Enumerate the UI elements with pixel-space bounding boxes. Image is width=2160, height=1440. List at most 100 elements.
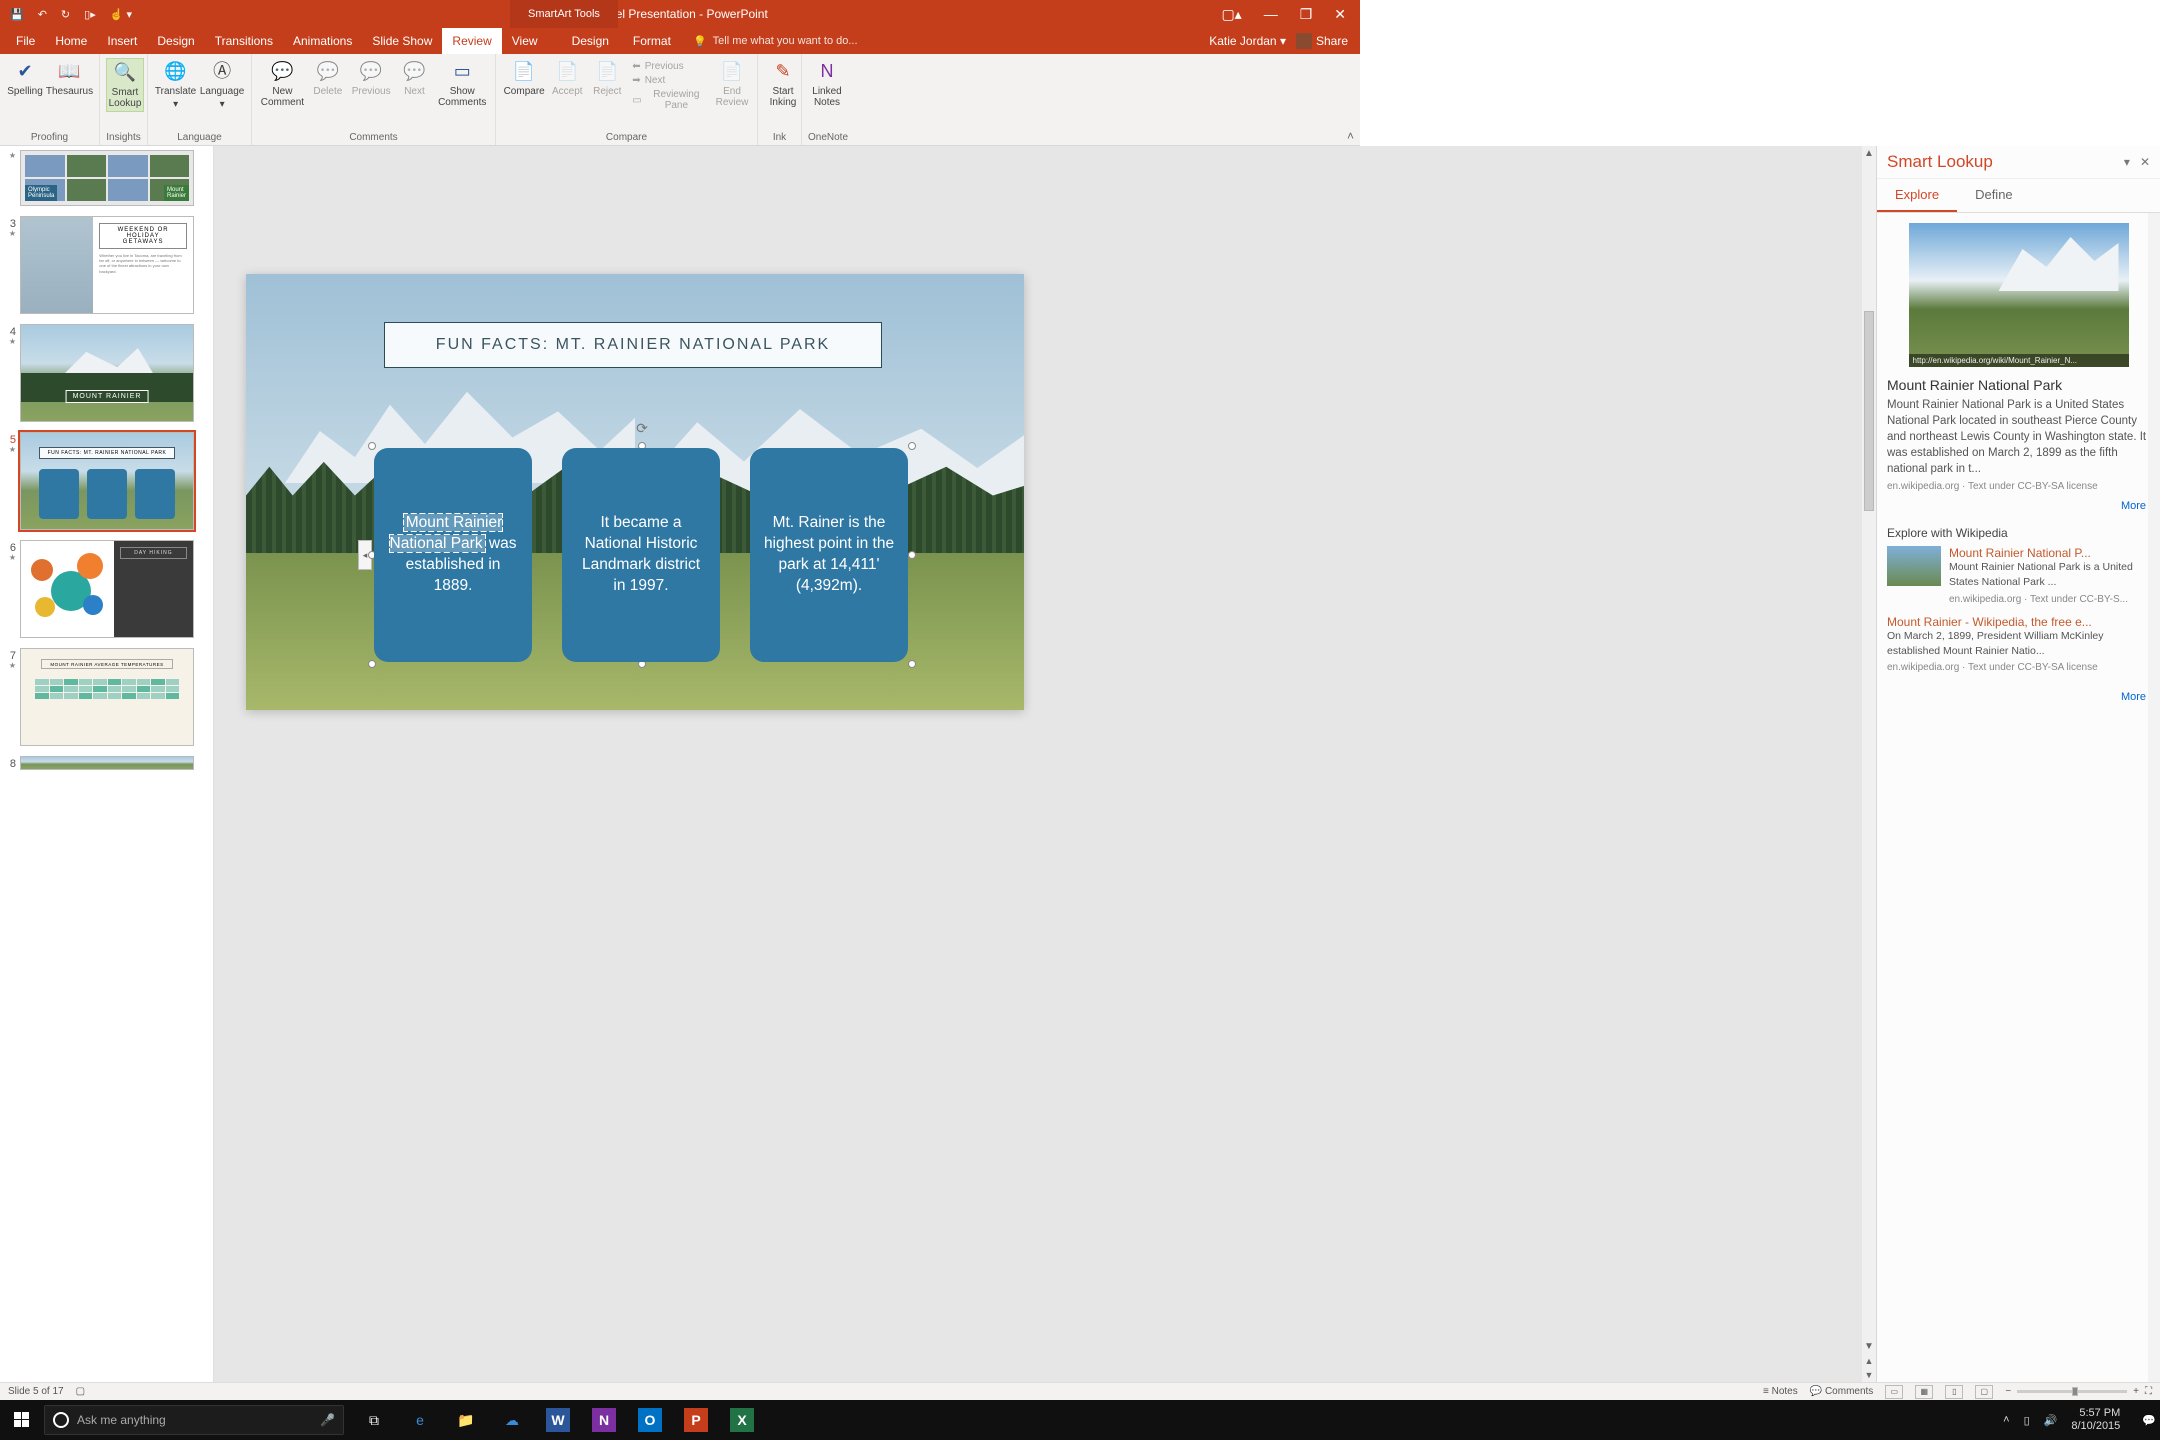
zoom-in-icon[interactable]: +	[2133, 1386, 2139, 1397]
scroll-thumb[interactable]	[1864, 311, 1874, 511]
wiki-link[interactable]: Mount Rainier National P...	[1949, 546, 2150, 560]
pane-tab-explore[interactable]: Explore	[1877, 179, 1957, 212]
tab-animations[interactable]: Animations	[283, 28, 362, 54]
share-button[interactable]: Share	[1296, 33, 1348, 49]
tab-view[interactable]: View	[502, 28, 548, 54]
thumbnail-slide-8-partial[interactable]: 8	[4, 756, 213, 770]
compare-button[interactable]: 📄Compare	[502, 58, 546, 99]
zoom-thumb[interactable]	[2072, 1387, 2078, 1396]
show-comments-button[interactable]: ▭Show Comments	[435, 58, 489, 110]
word-icon[interactable]: W	[546, 1408, 570, 1432]
sorter-view-icon[interactable]: ▦	[1915, 1385, 1933, 1399]
zoom-out-icon[interactable]: −	[2005, 1386, 2011, 1397]
smartart-card-1[interactable]: Mount Rainier National Park was establis…	[374, 448, 532, 662]
volume-icon[interactable]: 🔊	[2044, 1414, 2058, 1427]
result-image[interactable]: http://en.wikipedia.org/wiki/Mount_Raini…	[1909, 223, 2129, 367]
clock[interactable]: 5:57 PM 8/10/2015	[2071, 1407, 2128, 1433]
slide-title[interactable]: FUN FACTS: MT. RAINIER NATIONAL PARK	[384, 322, 882, 368]
pane-scrollbar[interactable]	[2148, 213, 2160, 1382]
scroll-up-icon[interactable]: ▲	[1862, 146, 1876, 161]
start-button[interactable]	[0, 1400, 44, 1440]
collapse-ribbon-icon[interactable]: ˄	[1347, 129, 1354, 143]
thumbnail-slide-2-partial[interactable]: ★ OlympicPeninsula MountRainier	[4, 150, 213, 206]
thumbnail-slide-4[interactable]: 4★ MOUNT RAINIER	[4, 324, 213, 422]
start-from-beginning-icon[interactable]: ▯▸	[84, 8, 96, 21]
tab-review[interactable]: Review	[442, 28, 501, 54]
current-slide[interactable]: FUN FACTS: MT. RAINIER NATIONAL PARK ⟳ ◂…	[246, 274, 1024, 710]
previous-slide-icon[interactable]: ▲	[1863, 1354, 1876, 1368]
selection-handle[interactable]	[908, 442, 916, 450]
language-button[interactable]: ⒶLanguage▾	[199, 58, 245, 112]
thumbnail-slide-7[interactable]: 7★ MOUNT RAINIER AVERAGE TEMPERATURES	[4, 648, 213, 746]
tray-overflow-icon[interactable]: ˄	[2003, 1414, 2009, 1426]
tab-transitions[interactable]: Transitions	[205, 28, 283, 54]
slideshow-view-icon[interactable]: ▢	[1975, 1385, 1993, 1399]
zoom-slider[interactable]	[2017, 1390, 2127, 1393]
pane-body[interactable]: http://en.wikipedia.org/wiki/Mount_Raini…	[1877, 213, 2160, 1382]
tab-insert[interactable]: Insert	[97, 28, 147, 54]
translate-button[interactable]: 🌐Translate▾	[154, 58, 197, 112]
tab-smartart-format[interactable]: Format	[621, 28, 683, 54]
smartart-card-2[interactable]: It became a National Historic Landmark d…	[562, 448, 720, 662]
undo-icon[interactable]: ↶	[38, 8, 47, 21]
tell-me-box[interactable]: 💡 Tell me what you want to do...	[693, 28, 858, 54]
thesaurus-button[interactable]: 📖Thesaurus	[46, 58, 93, 99]
canvas-vertical-scrollbar[interactable]: ▲ ▼ ▲ ▼	[1862, 146, 1876, 1382]
slide-canvas[interactable]: FUN FACTS: MT. RAINIER NATIONAL PARK ⟳ ◂…	[214, 146, 1876, 1382]
selection-handle[interactable]	[368, 660, 376, 668]
selection-handle[interactable]	[908, 551, 916, 559]
save-icon[interactable]: 💾	[10, 8, 24, 21]
edge-icon[interactable]: e	[398, 1400, 442, 1440]
tab-design[interactable]: Design	[147, 28, 204, 54]
action-center-icon[interactable]: 💬	[2142, 1414, 2156, 1427]
file-explorer-icon[interactable]: 📁	[444, 1400, 488, 1440]
tab-home[interactable]: Home	[45, 28, 97, 54]
new-comment-button[interactable]: 💬New Comment	[258, 58, 307, 110]
excel-icon[interactable]: X	[730, 1408, 754, 1432]
pane-close-icon[interactable]: ✕	[2140, 155, 2150, 169]
tab-slide-show[interactable]: Slide Show	[362, 28, 442, 54]
smartart-card-3[interactable]: Mt. Rainer is the highest point in the p…	[750, 448, 908, 662]
selection-handle[interactable]	[368, 442, 376, 450]
rotate-handle-icon[interactable]: ⟳	[636, 420, 648, 437]
powerpoint-icon[interactable]: P	[684, 1408, 708, 1432]
redo-icon[interactable]: ↻	[61, 8, 70, 21]
tab-file[interactable]: File	[6, 28, 45, 54]
start-inking-button[interactable]: ✎Start Inking	[764, 58, 802, 110]
slide-thumbnails[interactable]: ★ OlympicPeninsula MountRainier 3★ WEEKE…	[0, 146, 214, 1382]
user-name[interactable]: Katie Jordan ▾	[1209, 34, 1286, 48]
more-link[interactable]: More	[1887, 683, 2150, 711]
pane-options-icon[interactable]: ▾	[2124, 155, 2130, 169]
fit-to-window-icon[interactable]: ⛶	[2145, 1386, 2152, 1397]
normal-view-icon[interactable]: ▭	[1885, 1385, 1903, 1399]
wiki-result-2[interactable]: Mount Rainier - Wikipedia, the free e...…	[1887, 615, 2150, 673]
network-icon[interactable]: ▯	[2024, 1414, 2030, 1427]
outlook-icon[interactable]: O	[638, 1408, 662, 1432]
spell-status-icon[interactable]: ▢	[76, 1386, 85, 1397]
task-view-icon[interactable]: ⧉	[352, 1400, 396, 1440]
notes-button[interactable]: ≡ Notes	[1763, 1386, 1798, 1397]
next-slide-icon[interactable]: ▼	[1863, 1368, 1876, 1382]
thumbnail-slide-6[interactable]: 6★ DAY HIKING	[4, 540, 213, 638]
close-icon[interactable]: ✕	[1334, 6, 1346, 23]
wiki-link[interactable]: Mount Rainier - Wikipedia, the free e...	[1887, 615, 2150, 629]
linked-notes-button[interactable]: NLinked Notes	[808, 58, 846, 110]
spelling-button[interactable]: ✔Spelling	[6, 58, 44, 99]
pane-tab-define[interactable]: Define	[1957, 179, 2031, 212]
comments-button[interactable]: 💬 Comments	[1810, 1386, 1874, 1397]
mic-icon[interactable]: 🎤	[320, 1413, 335, 1427]
reading-view-icon[interactable]: ▯	[1945, 1385, 1963, 1399]
smartart-selection[interactable]: ⟳ ◂ Mount Rainier National Park was esta…	[372, 446, 912, 664]
tab-smartart-design[interactable]: Design	[560, 28, 621, 54]
onedrive-icon[interactable]: ☁	[490, 1400, 534, 1440]
scroll-down-icon[interactable]: ▼	[1862, 1339, 1876, 1354]
onenote-icon[interactable]: N	[592, 1408, 616, 1432]
slide-counter[interactable]: Slide 5 of 17	[8, 1386, 64, 1397]
wiki-result-1[interactable]: Mount Rainier National P... Mount Rainie…	[1887, 546, 2150, 604]
thumbnail-slide-5[interactable]: 5★ FUN FACTS: MT. RAINIER NATIONAL PARK	[4, 432, 213, 530]
more-link[interactable]: More	[1887, 492, 2150, 520]
cortana-search[interactable]: Ask me anything 🎤	[44, 1405, 344, 1435]
minimize-icon[interactable]: —	[1264, 6, 1278, 23]
ribbon-options-icon[interactable]: ▢▴	[1221, 6, 1241, 23]
smart-lookup-button[interactable]: 🔍Smart Lookup	[106, 58, 144, 112]
